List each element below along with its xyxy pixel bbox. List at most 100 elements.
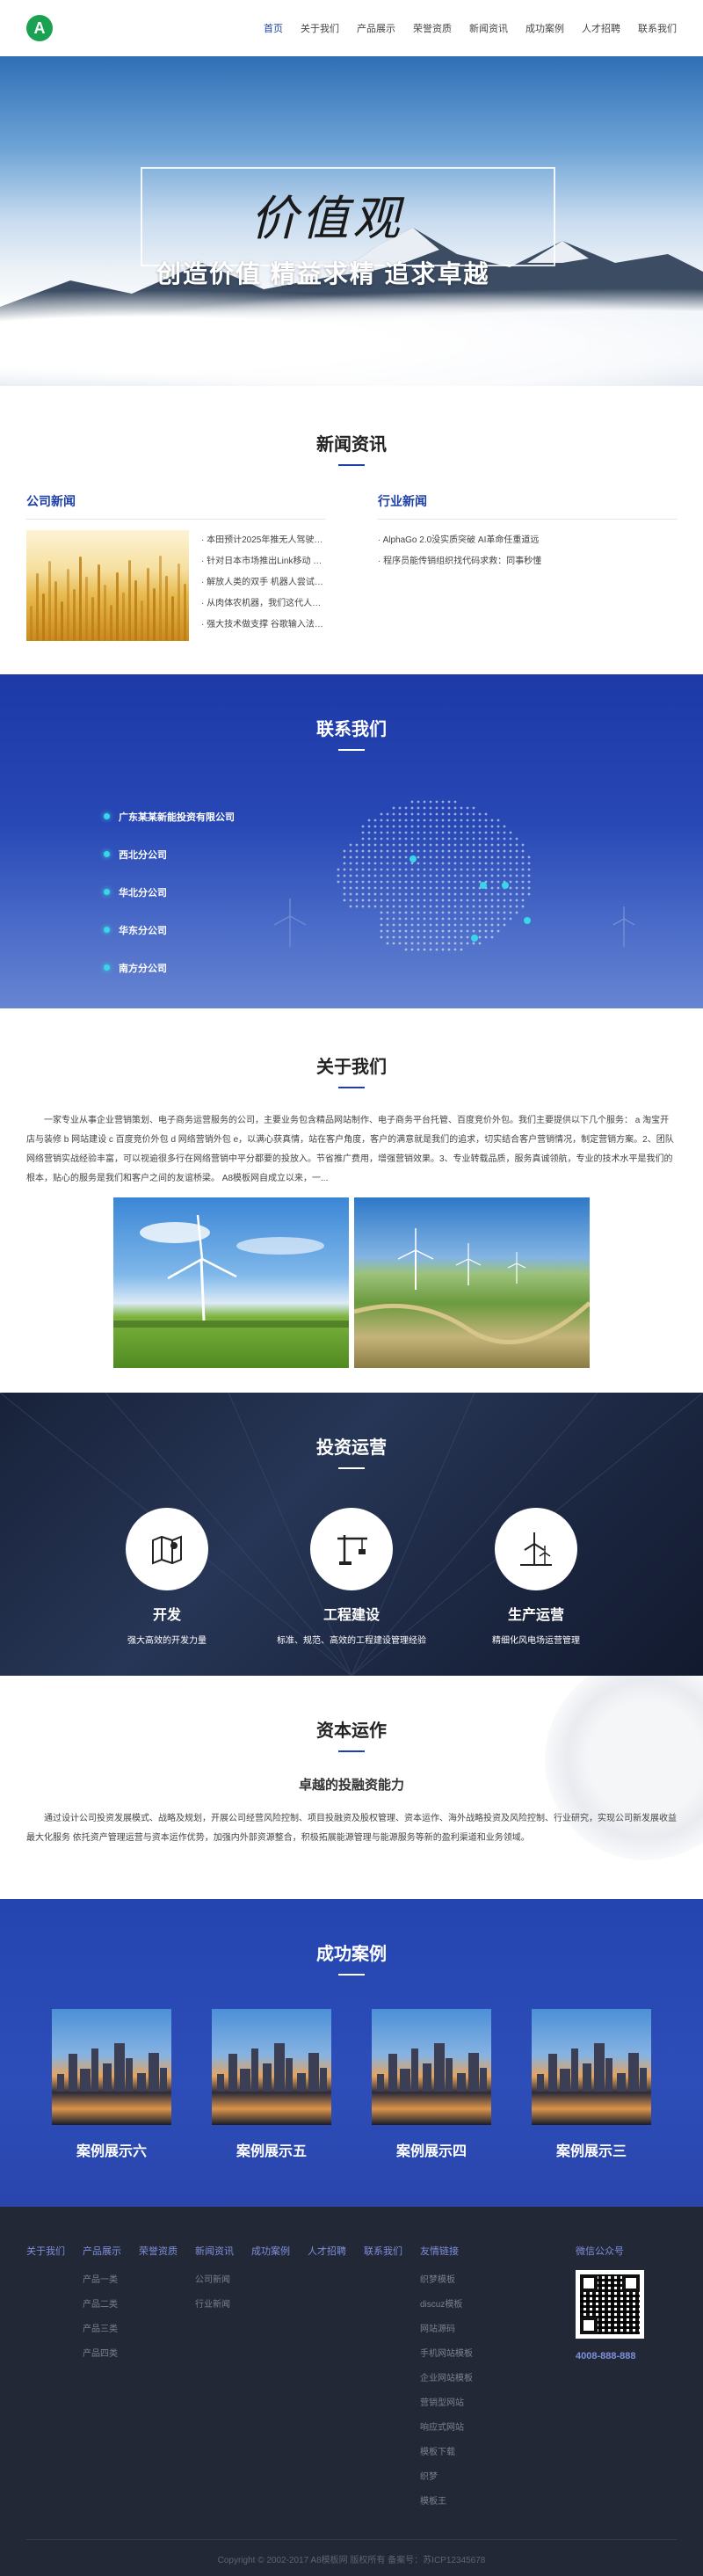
footer-column-title[interactable]: 新闻资讯 — [195, 2244, 234, 2258]
footer-link[interactable]: 营销型网站 — [420, 2391, 473, 2416]
footer-column-title[interactable]: 联系我们 — [364, 2244, 402, 2258]
footer-column: 产品展示产品一类 产品二类 产品三类 产品四类 — [83, 2244, 121, 2514]
news-title: 新闻资讯 — [26, 430, 677, 466]
footer-column-title[interactable]: 产品展示 — [83, 2244, 121, 2258]
footer-column-title[interactable]: 友情链接 — [420, 2244, 473, 2258]
branch-label: 华北分公司 — [119, 887, 167, 899]
branch-label: 南方分公司 — [119, 963, 167, 974]
case-title: 案例展示三 — [555, 2144, 627, 2159]
news-item[interactable]: 解放人类的双手 机器人尝试自主学习抓取 — [201, 572, 326, 593]
city-skyline-image — [532, 2009, 651, 2125]
branch-item[interactable]: 西北分公司 — [104, 835, 235, 873]
industry-news: 行业新闻 AlphaGo 2.0没实质突破 AI革命任重道远 程序员能传销组织找… — [378, 492, 677, 641]
footer-link[interactable]: 企业网站模板 — [420, 2367, 473, 2391]
nav-home[interactable]: 首页 — [264, 21, 283, 35]
footer-column: 新闻资讯公司新闻 行业新闻 — [195, 2244, 234, 2514]
footer-link[interactable]: 行业新闻 — [195, 2293, 234, 2318]
footer-link[interactable]: 产品四类 — [83, 2342, 121, 2367]
nav-contact[interactable]: 联系我们 — [638, 21, 677, 35]
location-dot-icon — [104, 964, 110, 971]
footer-link[interactable]: 织梦模板 — [420, 2268, 473, 2293]
hero-calligraphy: 价值观 — [250, 191, 403, 246]
footer-link[interactable]: 产品二类 — [83, 2293, 121, 2318]
news-item[interactable]: 程序员能传销组织找代码求救：同事秒懂 — [378, 551, 677, 572]
footer-column: 联系我们 — [364, 2244, 402, 2514]
case-card[interactable]: 案例展示四 — [372, 2009, 491, 2160]
footer-column-title[interactable]: 人才招聘 — [308, 2244, 346, 2258]
nav-about[interactable]: 关于我们 — [301, 21, 339, 35]
map-icon — [126, 1508, 208, 1590]
footer-link[interactable]: 公司新闻 — [195, 2268, 234, 2293]
footer-column-title[interactable]: 关于我们 — [26, 2244, 65, 2258]
industry-news-title[interactable]: 行业新闻 — [378, 492, 677, 520]
company-news: 公司新闻 本田预计2025年推无人驾驶汽车 比其他公司晚 针对日本市场推出Lin… — [26, 492, 326, 641]
city-skyline-image — [52, 2009, 171, 2125]
case-title: 案例展示六 — [76, 2144, 147, 2159]
site-logo[interactable]: A — [26, 15, 53, 41]
nav-honors[interactable]: 荣誉资质 — [413, 21, 452, 35]
location-dot-icon — [104, 927, 110, 933]
news-item[interactable]: 强大技术做支撑 谷歌输入法背后的机器智能 — [201, 615, 326, 636]
about-title: 关于我们 — [26, 1052, 677, 1088]
wind-turbine-photo[interactable] — [113, 1197, 349, 1368]
location-dot-icon — [104, 889, 110, 895]
footer-link[interactable]: 手机网站模板 — [420, 2342, 473, 2367]
wheat-image[interactable] — [26, 530, 189, 641]
hero-slogan: 创造价值 精益求精 追求卓越 — [156, 260, 490, 287]
location-dot-icon — [104, 813, 110, 819]
news-item[interactable]: 本田预计2025年推无人驾驶汽车 比其他公司晚 — [201, 530, 326, 551]
phone-number: 4008-888-888 — [576, 2351, 636, 2361]
footer-link[interactable]: discuz模板 — [420, 2293, 473, 2318]
case-card[interactable]: 案例展示六 — [52, 2009, 171, 2160]
footer-link[interactable]: 模板王 — [420, 2490, 473, 2514]
news-item[interactable]: 针对日本市场推出Link移动 VR 头盔 U11 新品 — [201, 551, 326, 572]
footer-link[interactable]: 响应式网站 — [420, 2416, 473, 2441]
about-section: 关于我们 一家专业从事企业营销策划、电子商务运营服务的公司，主要业务包含精品网站… — [0, 1008, 703, 1393]
footer: 关于我们 产品展示产品一类 产品二类 产品三类 产品四类 荣誉资质 新闻资讯公司新闻 行业新闻… — [0, 2207, 703, 2576]
footer-columns: 关于我们 产品展示产品一类 产品二类 产品三类 产品四类 荣誉资质 新闻资讯公司新闻 行业新闻… — [26, 2244, 473, 2514]
branch-item[interactable]: 华北分公司 — [104, 873, 235, 911]
footer-link[interactable]: 网站源码 — [420, 2318, 473, 2342]
news-section: 新闻资讯 公司新闻 本田预计2025年推无人驾驶汽车 比其他公司晚 针对日本市场… — [0, 386, 703, 674]
contact-title: 联系我们 — [0, 715, 703, 751]
branch-item[interactable]: 广东某某新能投资有限公司 — [104, 797, 235, 835]
capital-section: 资本运作 卓越的投融资能力 通过设计公司投资发展模式、战略及规划，开展公司经营风… — [0, 1676, 703, 1899]
nav-cases[interactable]: 成功案例 — [525, 21, 564, 35]
footer-column: 荣誉资质 — [139, 2244, 178, 2514]
invest-item-name: 工程建设 — [323, 1608, 380, 1623]
invest-item-development[interactable]: 开发 强大高效的开发力量 — [92, 1508, 242, 1646]
footer-link[interactable]: 织梦 — [420, 2465, 473, 2490]
nav-products[interactable]: 产品展示 — [357, 21, 395, 35]
invest-item-desc: 标准、规范、高效的工程建设管理经验 — [277, 1636, 426, 1646]
wechat-block: 微信公众号 4008-888-888 — [576, 2244, 644, 2361]
branch-item[interactable]: 南方分公司 — [104, 949, 235, 986]
footer-link[interactable]: 模板下载 — [420, 2441, 473, 2465]
news-item[interactable]: AlphaGo 2.0没实质突破 AI革命任重道远 — [378, 530, 677, 551]
company-news-title[interactable]: 公司新闻 — [26, 492, 325, 520]
capital-text: 通过设计公司投资发展模式、战略及规划，开展公司经营风险控制、项目投融资及股权管理… — [26, 1814, 677, 1843]
invest-item-operation[interactable]: 生产运营 精细化风电场运营管理 — [461, 1508, 611, 1646]
case-card[interactable]: 案例展示五 — [212, 2009, 331, 2160]
case-title: 案例展示四 — [395, 2144, 467, 2159]
main-nav: 首页 关于我们 产品展示 荣誉资质 新闻资讯 成功案例 人才招聘 联系我们 — [264, 21, 677, 35]
case-title: 案例展示五 — [236, 2144, 307, 2159]
footer-column-title[interactable]: 荣誉资质 — [139, 2244, 178, 2258]
city-skyline-image — [372, 2009, 491, 2125]
case-card[interactable]: 案例展示三 — [532, 2009, 651, 2160]
wind-farm-photo[interactable] — [354, 1197, 590, 1368]
invest-item-desc: 强大高效的开发力量 — [127, 1636, 207, 1646]
branch-item[interactable]: 华东分公司 — [104, 911, 235, 949]
investment-section: 投资运营 开发 强大高效的开发力量 工程建设 标准、规范、高效的工程建设管理经验… — [0, 1393, 703, 1676]
footer-link[interactable]: 产品三类 — [83, 2318, 121, 2342]
investment-title: 投资运营 — [0, 1433, 703, 1469]
footer-link[interactable]: 产品一类 — [83, 2268, 121, 2293]
news-item[interactable]: 从肉体农机器，我们这代人或能迎这人类 — [201, 593, 326, 615]
nav-news[interactable]: 新闻资讯 — [469, 21, 508, 35]
nav-jobs[interactable]: 人才招聘 — [582, 21, 620, 35]
wechat-title: 微信公众号 — [576, 2246, 624, 2257]
invest-item-construction[interactable]: 工程建设 标准、规范、高效的工程建设管理经验 — [277, 1508, 426, 1646]
branch-list: 广东某某新能投资有限公司 西北分公司 华北分公司 华东分公司 南方分公司 — [104, 797, 235, 986]
qr-code-image — [576, 2270, 644, 2339]
footer-column-title[interactable]: 成功案例 — [251, 2244, 290, 2258]
branch-label: 华东分公司 — [119, 925, 167, 936]
